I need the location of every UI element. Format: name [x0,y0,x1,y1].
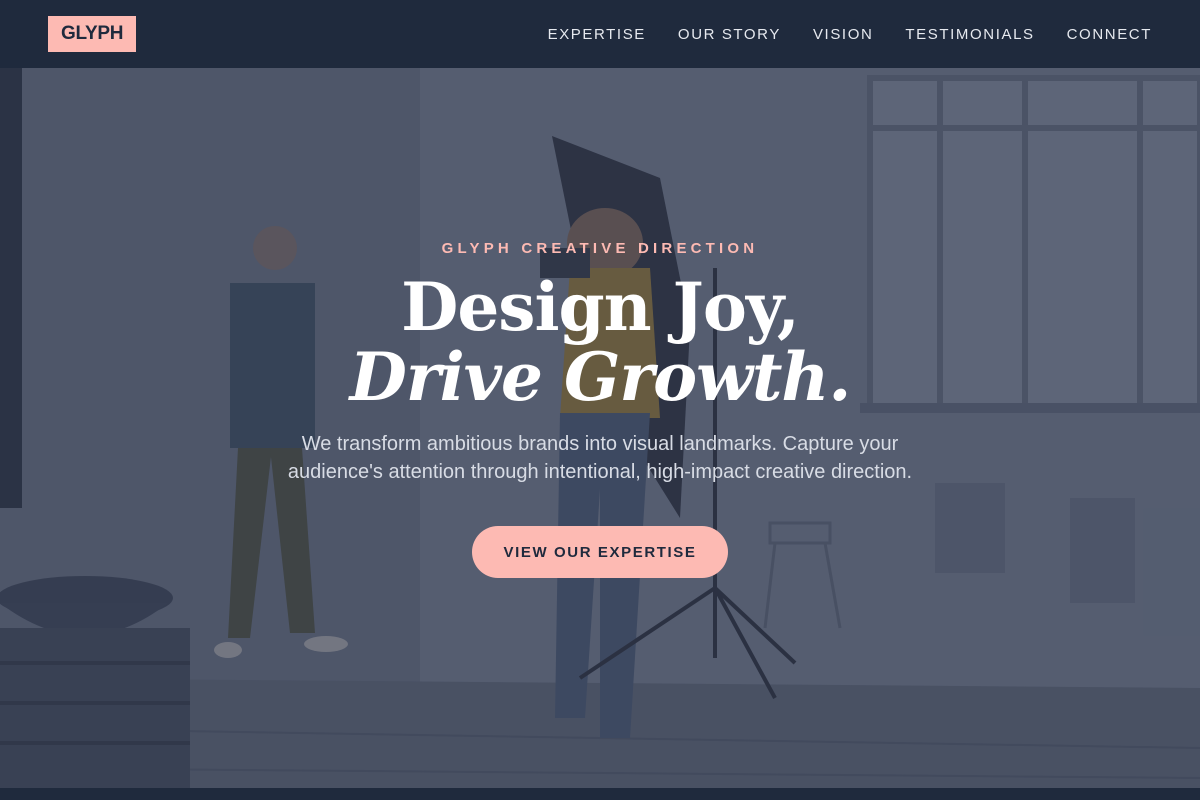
nav-link-our-story[interactable]: OUR STORY [678,26,781,43]
hero-headline: Design Joy, Drive Growth. [349,272,852,416]
headline-line-1: Design Joy, [401,268,800,346]
hero-content: GLYPH CREATIVE DIRECTION Design Joy, Dri… [0,68,1200,788]
logo[interactable]: GLYPH [48,16,137,52]
view-expertise-button[interactable]: VIEW OUR EXPERTISE [472,526,728,578]
hero-subtitle: We transform ambitious brands into visua… [287,433,913,483]
nav-link-testimonials[interactable]: TESTIMONIALS [905,26,1034,43]
site-header: GLYPH EXPERTISE OUR STORY VISION TESTIMO… [0,0,1200,68]
hero-section: GLYPH CREATIVE DIRECTION Design Joy, Dri… [0,68,1200,788]
main-nav: EXPERTISE OUR STORY VISION TESTIMONIALS … [548,26,1152,43]
hero-eyebrow: GLYPH CREATIVE DIRECTION [441,240,759,257]
nav-link-expertise[interactable]: EXPERTISE [548,26,646,43]
nav-link-connect[interactable]: CONNECT [1067,26,1152,43]
headline-line-2: Drive Growth. [349,338,852,416]
next-section-edge [0,788,1200,800]
nav-link-vision[interactable]: VISION [813,26,873,43]
